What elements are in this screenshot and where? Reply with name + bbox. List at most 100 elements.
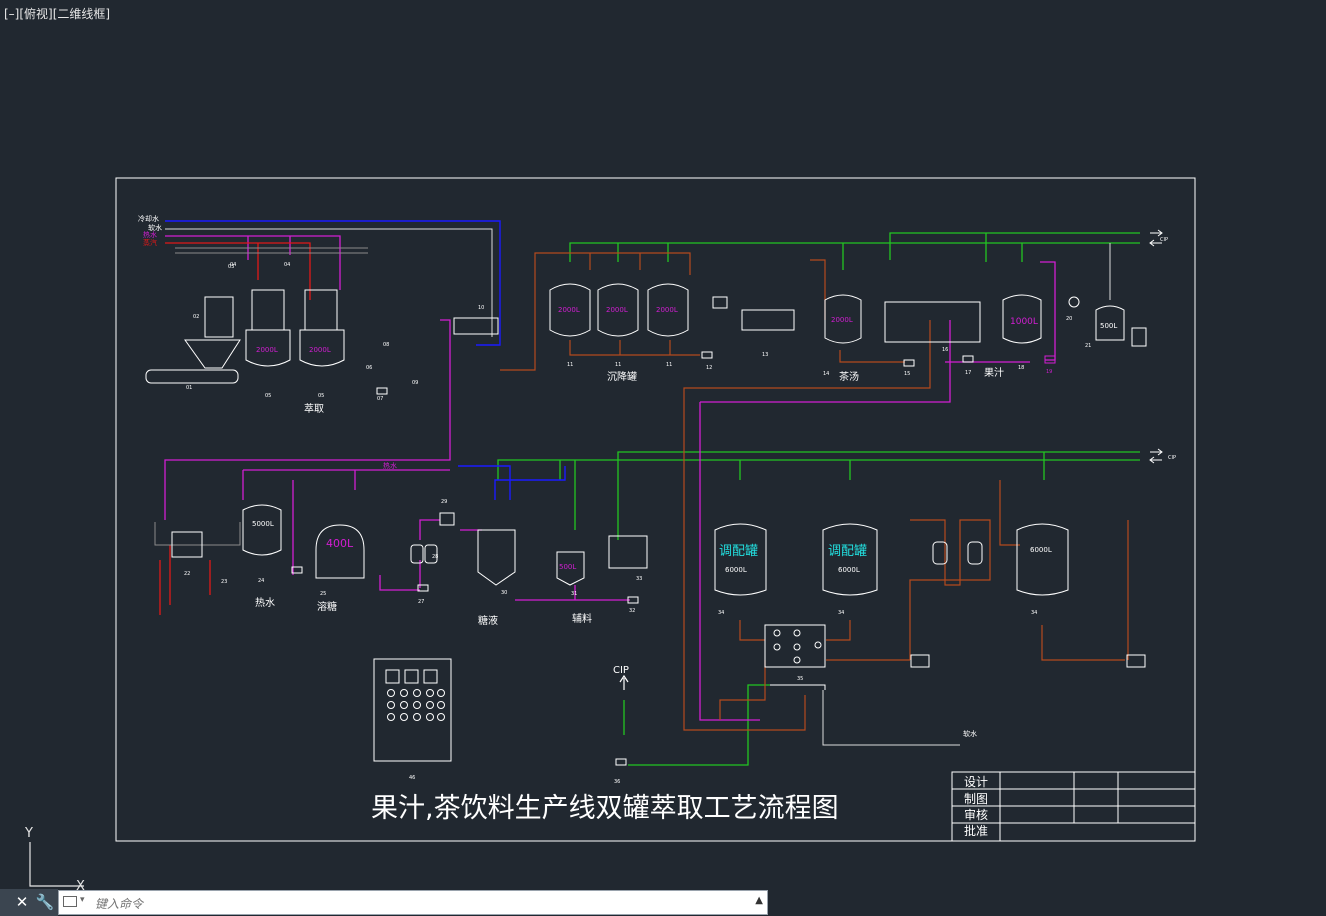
eq-05a: 05 bbox=[265, 393, 271, 399]
eq-27: 27 bbox=[418, 599, 424, 605]
eq-15: 15 bbox=[904, 371, 910, 377]
cap-t18: 1000L bbox=[1010, 317, 1038, 327]
command-prompt-icon[interactable] bbox=[63, 896, 77, 907]
utility-labels: 冷却水 软水 热水 蒸汽 CIP CIP 热水 软水 CIP bbox=[138, 214, 1176, 738]
drawing-frame bbox=[115, 177, 1196, 842]
eq-11c: 11 bbox=[666, 362, 672, 368]
label-cip-main: CIP bbox=[613, 665, 629, 676]
pipes-blue bbox=[165, 220, 566, 500]
label-hot-water-2: 热水 bbox=[383, 461, 397, 470]
eq-04a: 04 bbox=[230, 262, 236, 268]
tank-capacities-white: 500L 5000L 6000L 6000L 6000L bbox=[252, 322, 1117, 574]
cap-t24: 5000L bbox=[252, 520, 274, 528]
command-input-wrapper: ▾ ▲ bbox=[58, 890, 768, 915]
close-icon[interactable]: ✕ bbox=[12, 889, 32, 916]
equipment-numbers: 01 02 03 04 04 05 05 06 07 08 09 10 11 1… bbox=[184, 262, 1091, 785]
eq-23: 23 bbox=[221, 579, 227, 585]
mix-label-2: 调配罐 bbox=[828, 544, 867, 559]
eq-34c: 34 bbox=[1031, 610, 1037, 616]
label-juice: 果汁 bbox=[984, 366, 1004, 379]
eq-46: 46 bbox=[409, 775, 415, 781]
equipment bbox=[145, 283, 1147, 766]
eq-11b: 11 bbox=[615, 362, 621, 368]
command-line-bar: ✕ 🔧 ▾ ▲ bbox=[0, 889, 770, 916]
label-hot-water: 热水 bbox=[143, 230, 157, 239]
tb-design: 设计 bbox=[964, 775, 988, 789]
chevron-down-icon[interactable]: ▾ bbox=[80, 895, 85, 905]
eq-19: 19 bbox=[1046, 369, 1052, 375]
eq-12: 12 bbox=[706, 365, 712, 371]
eq-25: 25 bbox=[320, 591, 326, 597]
cap-t34a: 6000L bbox=[725, 566, 747, 574]
label-cip-2: CIP bbox=[1168, 455, 1176, 461]
cap-t34b: 6000L bbox=[838, 566, 860, 574]
eq-21: 21 bbox=[1085, 343, 1091, 349]
eq-07: 07 bbox=[377, 396, 383, 402]
label-hot-water-section: 热水 bbox=[255, 596, 275, 609]
pipes-red bbox=[159, 242, 311, 615]
drawing-title: 果汁,茶饮料生产线双罐萃取工艺流程图 bbox=[371, 793, 839, 824]
cap-t14: 2000L bbox=[831, 316, 853, 324]
label-sugar-dissolve: 溶糖 bbox=[317, 600, 337, 613]
utility-arrows bbox=[1149, 229, 1163, 464]
command-input[interactable] bbox=[93, 893, 737, 914]
eq-01: 01 bbox=[186, 385, 192, 391]
cap-t34c: 6000L bbox=[1030, 546, 1052, 554]
label-auxiliary: 辅料 bbox=[572, 612, 592, 625]
eq-35: 35 bbox=[797, 676, 803, 682]
label-steam: 蒸汽 bbox=[143, 238, 157, 247]
label-soft-water-2: 软水 bbox=[963, 729, 977, 738]
eq-22: 22 bbox=[184, 571, 190, 577]
cap-t04a: 2000L bbox=[256, 346, 278, 354]
label-cold-water: 冷却水 bbox=[138, 214, 159, 223]
eq-10: 10 bbox=[478, 305, 484, 311]
eq-17: 17 bbox=[965, 370, 971, 376]
eq-16: 16 bbox=[942, 347, 948, 353]
ucs-icon: Y X bbox=[24, 826, 85, 890]
chevron-up-icon[interactable]: ▲ bbox=[755, 895, 763, 906]
eq-04b: 04 bbox=[284, 262, 290, 268]
cap-t11a: 2000L bbox=[558, 306, 580, 314]
pipes-gray bbox=[154, 247, 368, 546]
mix-label-1: 调配罐 bbox=[719, 544, 758, 559]
ucs-y-label: Y bbox=[24, 826, 33, 841]
eq-24: 24 bbox=[258, 578, 264, 584]
cap-t25: 400L bbox=[326, 537, 354, 550]
section-labels: 萃取 沉降罐 茶汤 果汁 热水 溶糖 糖液 辅料 bbox=[255, 366, 1004, 627]
cap-t31: 500L bbox=[559, 563, 576, 571]
cap-t11b: 2000L bbox=[606, 306, 628, 314]
eq-05b: 05 bbox=[318, 393, 324, 399]
eq-08: 08 bbox=[383, 342, 389, 348]
eq-32: 32 bbox=[629, 608, 635, 614]
eq-34b: 34 bbox=[838, 610, 844, 616]
command-line-grip[interactable] bbox=[0, 889, 12, 916]
eq-28: 28 bbox=[432, 554, 438, 560]
eq-06: 06 bbox=[366, 365, 372, 371]
tb-approve: 批准 bbox=[964, 823, 988, 838]
eq-33: 33 bbox=[636, 576, 642, 582]
title-block bbox=[951, 771, 1196, 842]
label-cip-1: CIP bbox=[1160, 237, 1168, 243]
eq-30: 30 bbox=[501, 590, 507, 596]
cap-t11c: 2000L bbox=[656, 306, 678, 314]
cip-arrow bbox=[619, 674, 629, 690]
wrench-icon[interactable]: 🔧 bbox=[32, 889, 58, 916]
label-sugar-liquid: 糖液 bbox=[478, 614, 498, 627]
eq-14: 14 bbox=[823, 371, 829, 377]
eq-29: 29 bbox=[441, 499, 447, 505]
eq-31: 31 bbox=[571, 591, 577, 597]
label-extraction: 萃取 bbox=[304, 403, 324, 415]
tank-capacities: 2000L 2000L 2000L 2000L 2000L 2000L 1000… bbox=[256, 306, 1038, 571]
eq-34a: 34 bbox=[718, 610, 724, 616]
eq-02: 02 bbox=[193, 314, 199, 320]
flow-diagram: 冷却水 软水 热水 蒸汽 CIP CIP 热水 软水 CIP 萃取 沉降罐 茶汤… bbox=[115, 177, 1196, 842]
eq-09: 09 bbox=[412, 380, 418, 386]
tb-drafting: 制图 bbox=[964, 792, 988, 806]
eq-11a: 11 bbox=[567, 362, 573, 368]
label-tea-soup: 茶汤 bbox=[839, 370, 859, 383]
cap-t21: 500L bbox=[1100, 322, 1117, 330]
eq-18: 18 bbox=[1018, 365, 1024, 371]
tb-review: 审核 bbox=[964, 807, 988, 822]
cap-t04b: 2000L bbox=[309, 346, 331, 354]
eq-36: 36 bbox=[614, 779, 620, 785]
